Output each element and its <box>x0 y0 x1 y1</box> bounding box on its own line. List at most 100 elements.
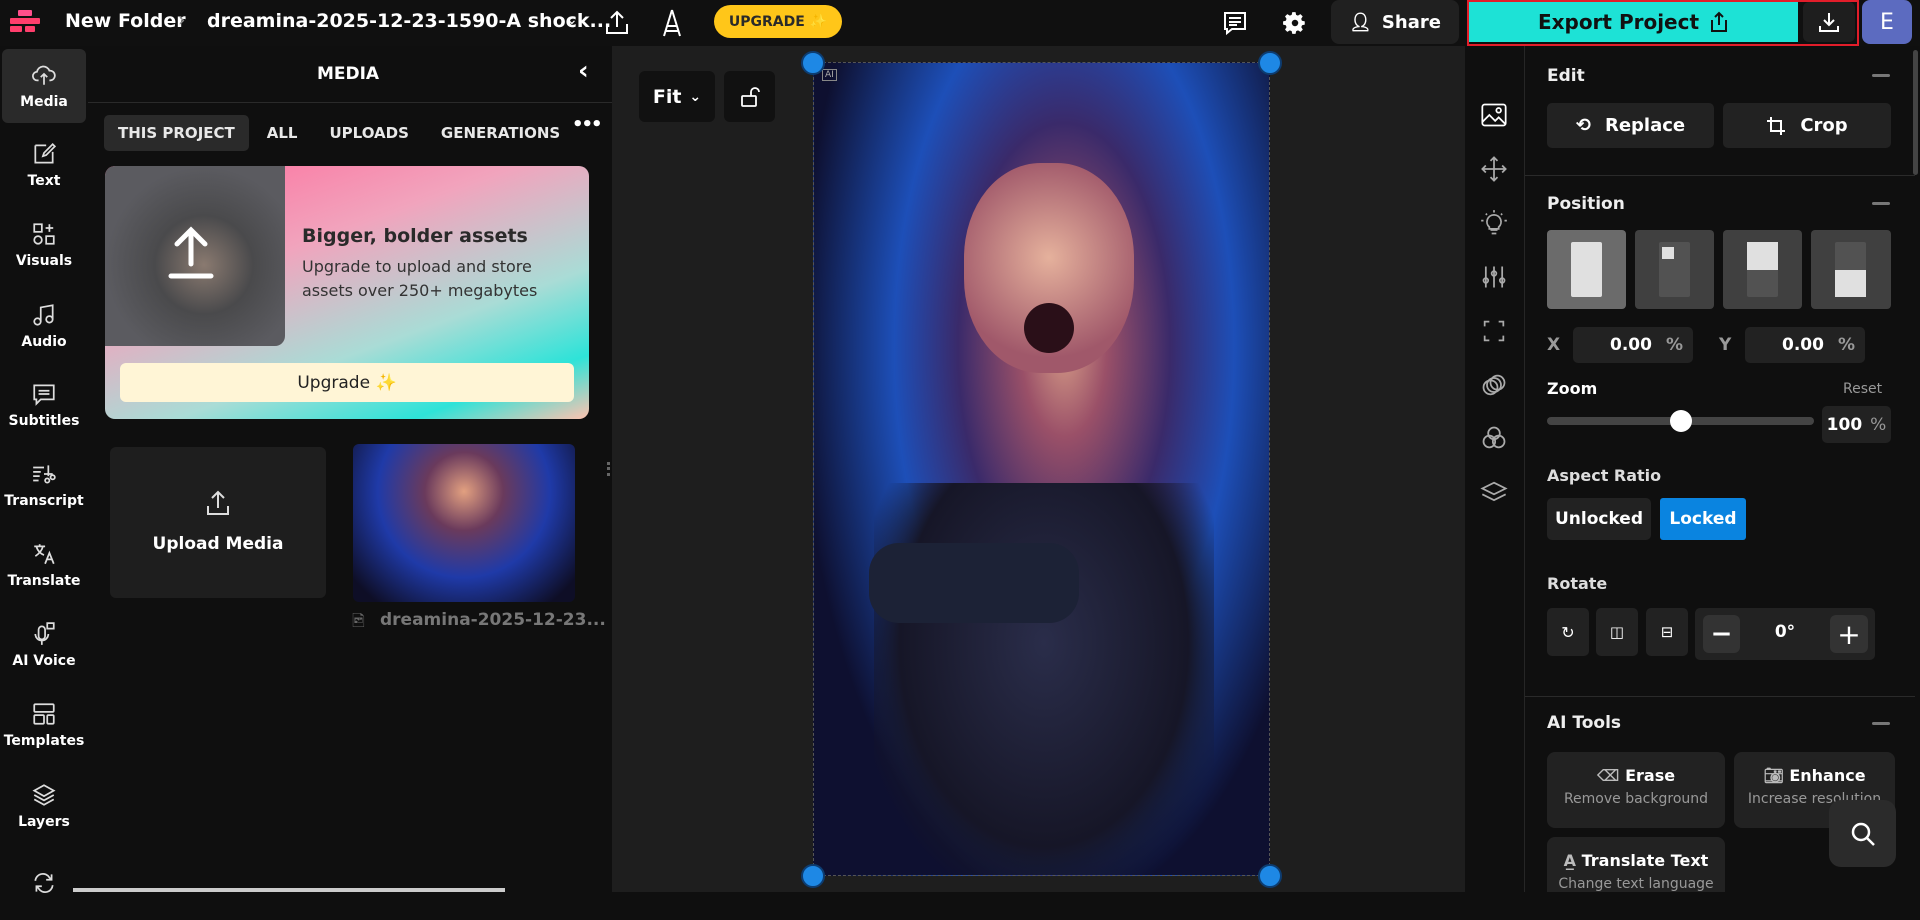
microphone-icon <box>34 622 55 645</box>
tab-this-project[interactable]: THIS PROJECT <box>104 115 249 151</box>
collapse-panel-icon[interactable]: ‹ <box>578 56 589 86</box>
horizontal-scrollbar[interactable] <box>73 888 505 892</box>
rail-ai-voice[interactable]: AI Voice <box>2 608 86 682</box>
rail-audio[interactable]: Audio <box>2 289 86 363</box>
zoom-reset-link[interactable]: Reset <box>1843 381 1882 397</box>
flip-vertical-button[interactable]: ⊟ <box>1646 608 1688 656</box>
lock-toggle-button[interactable] <box>724 71 775 122</box>
user-avatar[interactable]: E <box>1862 0 1912 44</box>
tab-all[interactable]: ALL <box>253 115 312 151</box>
resize-handle-bl[interactable] <box>801 864 825 888</box>
download-button[interactable] <box>1803 2 1855 42</box>
repeat-icon <box>34 873 54 893</box>
promo-upgrade-button[interactable]: Upgrade ✨ <box>120 363 574 402</box>
fullscreen-frame-icon[interactable] <box>1480 317 1508 345</box>
replace-button[interactable]: ⟲ Replace <box>1547 103 1714 148</box>
position-bottom[interactable] <box>1811 230 1891 309</box>
more-tabs-icon[interactable]: ••• <box>572 114 602 135</box>
rail-transcript[interactable]: Transcript <box>2 448 86 522</box>
tab-uploads[interactable]: UPLOADS <box>316 115 423 151</box>
shapes-icon <box>33 223 55 245</box>
position-top-left[interactable] <box>1635 230 1714 309</box>
lightbulb-icon[interactable] <box>1480 209 1508 237</box>
left-rail: Media Text Visuals Audio Subtitles Trans… <box>0 46 88 893</box>
collapse-ai-tools-icon[interactable] <box>1872 722 1890 725</box>
replace-icon: ⟲ <box>1575 115 1591 136</box>
rotate-button[interactable]: ↻ <box>1547 608 1589 656</box>
zoom-value-input[interactable]: 100% <box>1822 406 1891 443</box>
aspect-unlocked-button[interactable]: Unlocked <box>1547 498 1651 540</box>
breadcrumb-chevron-icon: › <box>178 9 186 31</box>
breadcrumb-folder[interactable]: New Folder <box>65 10 186 32</box>
collapse-edit-icon[interactable] <box>1872 74 1890 77</box>
resize-handle-br[interactable] <box>1258 864 1282 888</box>
rail-translate[interactable]: Translate <box>2 528 86 602</box>
divider <box>1525 696 1915 697</box>
zoom-slider-thumb[interactable] <box>1669 410 1692 432</box>
ai-badge: AI <box>822 69 837 81</box>
upgrade-promo-card: Bigger, bolder assets Upgrade to upload … <box>105 166 589 419</box>
rail-text[interactable]: Text <box>2 128 86 202</box>
rail-visuals[interactable]: Visuals <box>2 208 86 282</box>
upload-icon <box>207 490 229 515</box>
position-section-title: Position <box>1547 194 1625 214</box>
share-button[interactable]: 👤︎ Share <box>1331 0 1459 44</box>
aspect-locked-button[interactable]: Locked <box>1660 498 1746 540</box>
logo-icon[interactable] <box>10 10 40 34</box>
comments-icon[interactable] <box>1222 10 1248 36</box>
move-icon[interactable] <box>1480 155 1508 183</box>
translate-text-tool-card[interactable]: A̲ Translate Text Change text language <box>1547 837 1725 892</box>
download-icon <box>1819 13 1839 32</box>
canvas-image[interactable]: AI <box>813 62 1270 876</box>
search-icon <box>1851 822 1875 846</box>
project-filename[interactable]: dreamina-2025-12-23-1590-A shock... <box>207 10 611 32</box>
collapse-position-icon[interactable] <box>1872 202 1890 205</box>
rotate-increment-button[interactable]: + <box>1830 615 1868 653</box>
tab-generations[interactable]: GENERATIONS <box>427 115 574 151</box>
subtitles-icon <box>33 384 55 406</box>
settings-gear-icon[interactable] <box>1282 10 1308 36</box>
media-thumbnail[interactable] <box>353 444 575 602</box>
export-project-button[interactable]: Export Project <box>1469 2 1798 42</box>
image-file-icon: 🖻︎ <box>352 611 365 630</box>
upload-media-tile[interactable]: Upload Media <box>110 447 326 598</box>
share-upload-icon[interactable] <box>604 9 630 37</box>
fit-dropdown[interactable]: Fit ⌄ <box>639 71 715 122</box>
layers-icon[interactable] <box>1480 478 1508 506</box>
media-filename: dreamina-2025-12-23... <box>380 610 606 630</box>
upgrade-button[interactable]: UPGRADE ✨ <box>714 5 842 38</box>
rail-media[interactable]: Media <box>2 49 86 123</box>
rail-layers[interactable]: Layers <box>2 769 86 843</box>
rail-templates[interactable]: Templates <box>2 688 86 762</box>
adjust-sliders-icon[interactable] <box>1480 263 1508 291</box>
crop-button[interactable]: Crop <box>1723 103 1891 148</box>
rotation-stepper: − 0° + <box>1695 608 1875 660</box>
vertical-scrollbar[interactable] <box>1913 50 1918 175</box>
brand-kit-icon[interactable] <box>660 8 684 38</box>
erase-tool-card[interactable]: ⌫ Erase Remove background <box>1547 752 1725 828</box>
blend-rings-icon[interactable] <box>1480 371 1508 399</box>
ai-tools-title: AI Tools <box>1547 713 1622 733</box>
image-props-icon[interactable] <box>1480 101 1508 129</box>
position-top[interactable] <box>1723 230 1802 309</box>
search-button[interactable] <box>1829 800 1896 867</box>
top-bar: New Folder › dreamina-2025-12-23-1590-A … <box>0 0 1920 46</box>
y-input[interactable]: 0.00% <box>1745 327 1865 363</box>
music-note-icon <box>33 304 54 326</box>
x-input[interactable]: 0.00% <box>1573 327 1693 363</box>
chevron-down-icon[interactable]: ⌄ <box>566 12 578 28</box>
color-filters-icon[interactable] <box>1480 424 1508 452</box>
rail-more[interactable] <box>2 846 86 920</box>
translate-text-icon: A̲ <box>1563 851 1582 870</box>
unlock-icon <box>740 86 760 107</box>
rail-subtitles[interactable]: Subtitles <box>2 368 86 442</box>
position-fill[interactable] <box>1547 230 1626 309</box>
flip-horizontal-button[interactable]: ◫ <box>1596 608 1638 656</box>
eraser-icon: ⌫ <box>1596 766 1626 785</box>
panel-resize-handle[interactable] <box>607 462 610 476</box>
properties-panel: Edit ⟲ Replace Crop Position X 0.00% Y 0.… <box>1525 46 1920 892</box>
resize-handle-tr[interactable] <box>1258 51 1282 75</box>
rotate-decrement-button[interactable]: − <box>1703 615 1740 653</box>
resize-handle-tl[interactable] <box>801 51 825 75</box>
camera-icon: 📷︎ <box>1763 766 1790 785</box>
